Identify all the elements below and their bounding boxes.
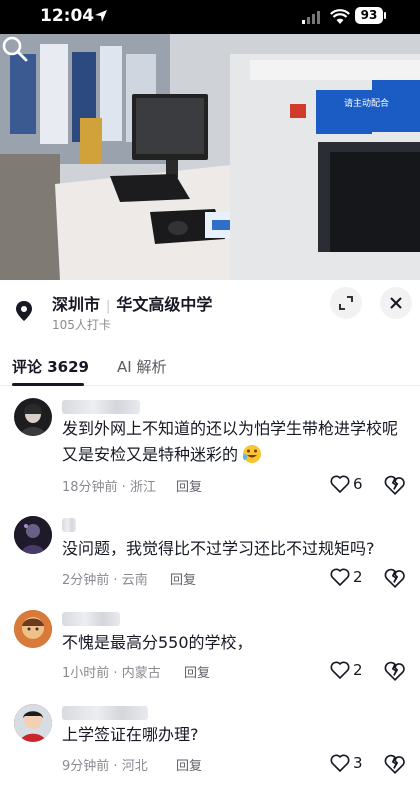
status-time: 12:04: [40, 6, 95, 26]
battery-cap: [384, 12, 386, 19]
active-tab-indicator: [12, 383, 84, 386]
cellular-signal-icon: [302, 11, 320, 24]
user-avatar[interactable]: [14, 704, 52, 742]
expand-button[interactable]: [330, 287, 362, 319]
close-button[interactable]: [380, 287, 412, 319]
like-count: 3: [353, 754, 363, 772]
username-blurred[interactable]: [62, 400, 140, 414]
comment-tabs: 评论 3629 AI 解析: [0, 348, 420, 386]
location-arrow-icon: [95, 10, 107, 22]
heart-icon: [330, 568, 350, 587]
video-player[interactable]: 请主动配合: [0, 34, 420, 280]
comment-region: 浙江: [129, 480, 156, 495]
wifi-icon: [330, 9, 350, 24]
comment-region: 河北: [121, 759, 148, 774]
tab-ai-analysis[interactable]: AI 解析: [117, 356, 166, 377]
sign-text: 请主动配合: [344, 97, 389, 109]
rolling-laughing-emoji-icon: [243, 445, 262, 463]
reply-button[interactable]: 回复: [176, 476, 202, 495]
username-blurred[interactable]: [62, 612, 120, 626]
comment-item: 没问题，我觉得比不过学习还比不过规矩吗? 2分钟前 · 云南 回复 2: [0, 512, 420, 592]
comment-text: 不愧是最高分550的学校，: [62, 633, 253, 652]
username-blurred[interactable]: [62, 518, 76, 532]
reply-button[interactable]: 回复: [176, 755, 202, 774]
comment-time: 1小时前: [62, 666, 110, 681]
comment-region: 内蒙古: [121, 666, 161, 681]
location-city: 深圳市: [52, 295, 101, 314]
comment-time: 2分钟前: [62, 573, 110, 588]
comment-meta: 9分钟前 · 河北: [62, 759, 148, 774]
comment-item: 不愧是最高分550的学校， 1小时前 · 内蒙古 回复 2: [0, 606, 420, 686]
checkin-count: 105人打卡: [52, 318, 111, 332]
like-count: 2: [353, 661, 363, 679]
comment-meta: 2分钟前 · 云南: [62, 573, 148, 588]
dislike-broken-heart-icon[interactable]: [384, 753, 406, 775]
dislike-broken-heart-icon[interactable]: [384, 660, 406, 682]
title-divider: |: [106, 299, 111, 314]
comment-time: 9分钟前: [62, 759, 110, 774]
heart-icon: [330, 475, 350, 494]
dislike-broken-heart-icon[interactable]: [384, 474, 406, 496]
user-avatar[interactable]: [14, 516, 52, 554]
comment-time: 18分钟前: [62, 480, 118, 495]
close-icon: [390, 297, 402, 309]
location-place: 华文高级中学: [116, 295, 213, 314]
search-icon[interactable]: [0, 34, 30, 64]
like-button[interactable]: 6: [330, 474, 370, 496]
location-title: 深圳市 | 华文高级中学: [52, 291, 212, 315]
location-pin-icon: [16, 301, 32, 321]
reply-button[interactable]: 回复: [170, 569, 196, 588]
comment-meta: 1小时前 · 内蒙古: [62, 666, 161, 681]
heart-icon: [330, 754, 350, 773]
video-frame-scene: 请主动配合: [0, 34, 420, 280]
like-button[interactable]: 3: [330, 753, 370, 775]
tab-comments[interactable]: 评论 3629: [12, 356, 89, 377]
dislike-broken-heart-icon[interactable]: [384, 567, 406, 589]
battery-indicator: 93: [355, 7, 383, 24]
user-avatar[interactable]: [14, 610, 52, 648]
like-count: 6: [353, 475, 363, 493]
comment-text: 上学签证在哪办理?: [62, 725, 199, 744]
comment-meta: 18分钟前 · 浙江: [62, 480, 156, 495]
comment-item: 发到外网上不知道的还以为怕学生带枪进学校呢又是安检又是特种迷彩的 18分钟前 ·…: [0, 394, 420, 498]
comment-text-body: 发到外网上不知道的还以为怕学生带枪进学校呢又是安检又是特种迷彩的: [62, 419, 399, 464]
comment-text: 没问题，我觉得比不过学习还比不过规矩吗?: [62, 539, 375, 558]
reply-button[interactable]: 回复: [184, 662, 210, 681]
heart-icon: [330, 661, 350, 680]
username-blurred[interactable]: [62, 706, 148, 720]
like-button[interactable]: 2: [330, 660, 370, 682]
comment-region: 云南: [121, 573, 148, 588]
user-avatar[interactable]: [14, 398, 52, 436]
comment-text: 发到外网上不知道的还以为怕学生带枪进学校呢又是安检又是特种迷彩的: [62, 416, 402, 468]
expand-icon: [339, 296, 353, 310]
like-button[interactable]: 2: [330, 567, 370, 589]
comment-item: 上学签证在哪办理? 9分钟前 · 河北 回复 3: [0, 700, 420, 786]
status-bar: 12:04 93: [0, 0, 420, 34]
like-count: 2: [353, 568, 363, 586]
